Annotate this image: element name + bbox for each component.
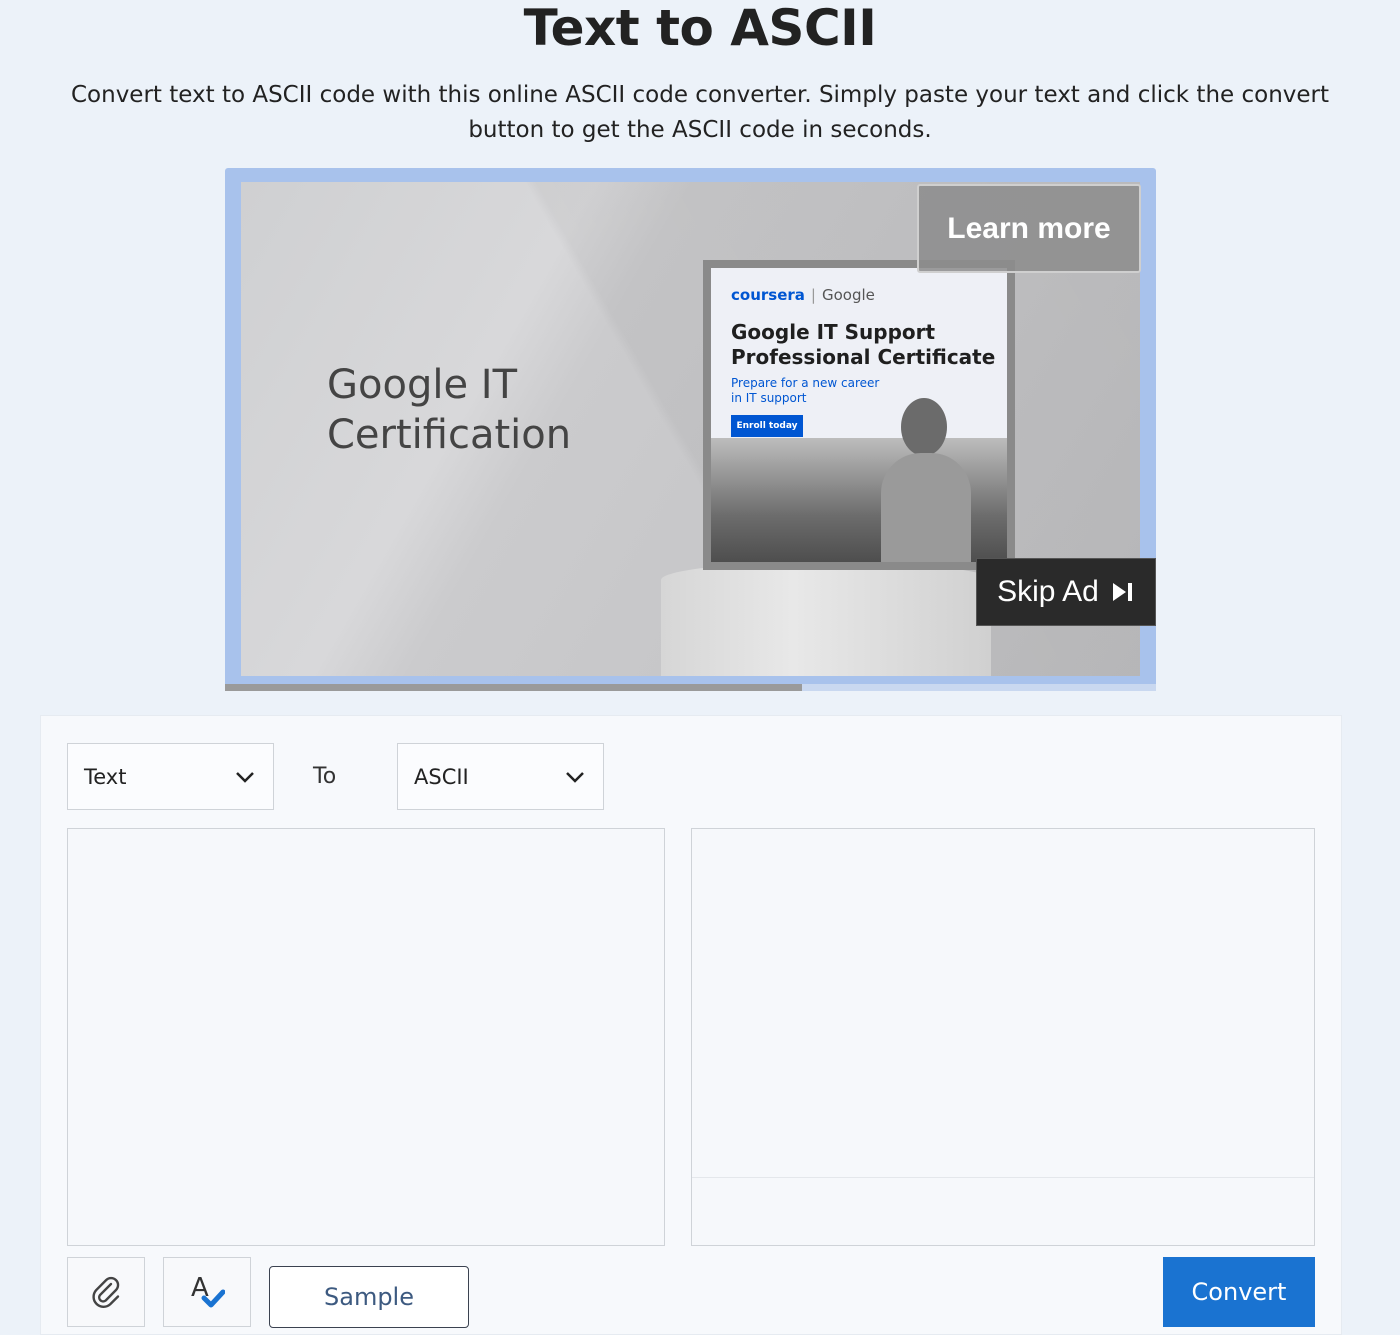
page-title: Text to ASCII	[523, 0, 877, 57]
ad-poster-frame: coursera | Google Google IT Support Profes…	[703, 260, 1015, 570]
poster-person	[881, 398, 971, 562]
paperclip-icon	[92, 1276, 120, 1308]
coursera-logo: coursera	[731, 286, 805, 304]
from-format-select[interactable]: Text	[67, 743, 274, 810]
spellcheck-button[interactable]: A	[163, 1257, 251, 1327]
poster-enroll-button: Enroll today	[731, 415, 803, 437]
poster-logos: coursera | Google	[731, 286, 875, 304]
ad-headline-line1: Google IT	[327, 362, 517, 408]
output-divider	[692, 1177, 1314, 1178]
ad-progress-fill	[225, 684, 803, 691]
google-logo: Google	[821, 286, 875, 304]
poster-title-line1: Google IT Support	[731, 320, 936, 344]
page-description: Convert text to ASCII code with this onl…	[70, 82, 1330, 143]
ad-poster: coursera | Google Google IT Support Profes…	[711, 268, 1007, 562]
ad-progress-bar	[225, 684, 1156, 691]
to-format-value: ASCII	[414, 764, 469, 789]
poster-title: Google IT Support Professional Certifica…	[731, 320, 1001, 370]
skip-next-icon	[1111, 581, 1135, 603]
poster-title-line2: Professional Certificate	[731, 345, 996, 369]
sample-button[interactable]: Sample	[269, 1266, 469, 1328]
attach-file-button[interactable]	[67, 1257, 145, 1327]
person-body	[881, 453, 971, 562]
skip-label: Skip Ad	[997, 575, 1099, 608]
ad-learn-more-button[interactable]: Learn more	[917, 184, 1141, 273]
output-textarea[interactable]	[691, 828, 1315, 1246]
converter-panel: Text To ASCII A Sample Convert	[40, 715, 1342, 1335]
ad-pedestal	[661, 562, 991, 676]
input-textarea[interactable]	[67, 828, 665, 1246]
spellcheck-icon: A	[191, 1273, 225, 1308]
logo-separator: |	[810, 286, 816, 304]
ad-headline-line2: Certification	[327, 412, 572, 458]
chevron-down-icon	[236, 771, 254, 783]
poster-subtitle: Prepare for a new career in IT support	[731, 376, 901, 406]
poster-subtitle-line1: Prepare for a new career	[731, 376, 880, 390]
to-label: To	[313, 764, 337, 789]
chevron-down-icon	[566, 771, 584, 783]
ad-headline: Google IT Certification	[327, 360, 571, 460]
to-format-select[interactable]: ASCII	[397, 743, 604, 810]
from-format-value: Text	[84, 764, 127, 789]
ad-skip-button[interactable]: Skip Ad	[976, 558, 1156, 626]
person-head	[901, 398, 947, 456]
convert-button[interactable]: Convert	[1163, 1257, 1315, 1327]
poster-subtitle-line2: in IT support	[731, 391, 807, 405]
